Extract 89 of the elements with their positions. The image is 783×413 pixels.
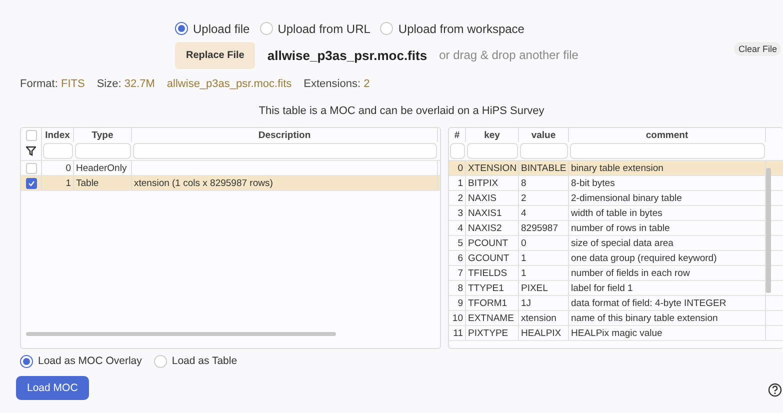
table-cell: 8 (519, 176, 569, 190)
radio-icon[interactable] (20, 354, 33, 368)
column-header[interactable]: Index (42, 128, 74, 142)
info-value: FITS (60, 78, 85, 90)
column-header[interactable]: value (519, 128, 569, 142)
filter-icon[interactable] (26, 146, 36, 156)
filter-field[interactable] (467, 143, 518, 159)
table-cell: TFORM1 (466, 296, 519, 310)
table-cell: 5 (449, 236, 466, 250)
table-cell: NAXIS1 (466, 206, 519, 220)
table-cell: GCOUNT (466, 251, 519, 265)
info-value: 2 (364, 78, 370, 90)
table-row[interactable]: 1 Table xtension (1 cols x 8295987 rows) (21, 176, 440, 191)
table-row[interactable]: 11 PIXTYPE HEALPIX HEALPix magic value (449, 326, 783, 341)
table-cell: 10 (449, 311, 466, 325)
table-cell: 3 (449, 206, 466, 220)
clear-file-button[interactable]: Clear File (734, 42, 781, 56)
table-cell: 1 (449, 176, 466, 190)
info-label: Extensions: (304, 78, 361, 90)
table-cell: HEALPIX (519, 326, 569, 340)
radio-icon[interactable] (175, 22, 188, 35)
table-cell: 4 (449, 221, 466, 235)
filter-field[interactable] (133, 143, 437, 159)
table-cell: NAXIS (466, 191, 519, 205)
radio-option[interactable]: Load as MOC Overlay (20, 354, 142, 368)
replace-file-button[interactable]: Replace File (175, 42, 256, 68)
table-cell: Table (74, 176, 132, 190)
table-cell: data format of field: 4-byte INTEGER (569, 296, 766, 310)
table-cell: 9 (449, 296, 466, 310)
table-cell: EXTNAME (466, 311, 519, 325)
column-header[interactable]: comment (569, 128, 766, 142)
info-label: Size: (96, 78, 122, 90)
moc-notice: This table is a MOC and can be overlaid on a HiPS Survey (258, 104, 546, 119)
table-cell: PIXEL (519, 281, 569, 295)
drop-hint: or drag & drop another file (439, 48, 578, 62)
table-cell: BINTABLE (519, 161, 569, 175)
table-cell: 1 (519, 266, 569, 280)
table-cell: 8 (449, 281, 466, 295)
radio-option[interactable]: Upload from URL (260, 22, 370, 36)
table-cell: TFIELDS (466, 266, 519, 280)
table-cell: 0 (42, 161, 74, 175)
file-name: allwise_p3as_psr.moc.fits (267, 48, 428, 62)
column-header[interactable]: Description (132, 128, 438, 142)
filter-field[interactable] (570, 143, 765, 159)
table-cell: 2 (519, 191, 569, 205)
table-cell: PIXTYPE (466, 326, 519, 340)
radio-option[interactable]: Load as Table (154, 354, 238, 368)
vertical-scrollbar[interactable] (766, 168, 771, 293)
table-cell: 11 (449, 326, 466, 340)
table-row[interactable]: 9 TFORM1 1J data format of field: 4-byte INTEGER (449, 296, 783, 311)
table-cell: 1 (519, 251, 569, 265)
table-cell: BITPIX (466, 176, 519, 190)
table-cell: xtension (1 cols x 8295987 rows) (132, 176, 438, 190)
info-value: allwise_p3as_psr.moc.fits (166, 78, 292, 90)
table-cell: 7 (449, 266, 466, 280)
table-cell: 0 (449, 161, 466, 175)
table-cell: NAXIS2 (466, 221, 519, 235)
filter-field[interactable] (450, 143, 465, 159)
row-checkbox[interactable] (26, 178, 36, 188)
help-icon[interactable] (768, 383, 782, 397)
select-all-checkbox[interactable] (26, 130, 36, 140)
table-cell: 1 (42, 176, 74, 190)
horizontal-scrollbar[interactable] (26, 332, 336, 336)
info-label: Format: (20, 78, 58, 90)
filter-field[interactable] (43, 143, 73, 159)
table-cell: name of this binary table extension (569, 311, 766, 325)
table-cell: 4 (519, 206, 569, 220)
table-row[interactable]: 10 EXTNAME xtension name of this binary table extension (449, 311, 783, 326)
column-header[interactable]: key (466, 128, 519, 142)
table-cell: 2 (449, 191, 466, 205)
filter-field[interactable] (520, 143, 568, 159)
table-cell: 0 (519, 236, 569, 250)
table-cell: TTYPE1 (466, 281, 519, 295)
column-header[interactable]: Type (74, 128, 132, 142)
table-row[interactable]: 0 XTENSION BINTABLE binary table extension (449, 161, 783, 176)
table-cell: XTENSION (466, 161, 519, 175)
table-cell: HEALPix magic value (569, 326, 766, 340)
radio-option[interactable]: Upload from workspace (380, 22, 524, 36)
column-header[interactable]: # (449, 128, 466, 142)
info-value: 32.7M (124, 78, 155, 90)
filter-field[interactable] (75, 143, 131, 159)
load-moc-button[interactable]: Load MOC (16, 376, 89, 400)
table-cell: 8295987 (519, 221, 569, 235)
table-cell: HeaderOnly (74, 161, 132, 175)
table-cell: PCOUNT (466, 236, 519, 250)
table-cell: 6 (449, 251, 466, 265)
table-cell: 1J (519, 296, 569, 310)
table-cell: xtension (519, 311, 569, 325)
radio-option[interactable]: Upload file (175, 22, 250, 36)
